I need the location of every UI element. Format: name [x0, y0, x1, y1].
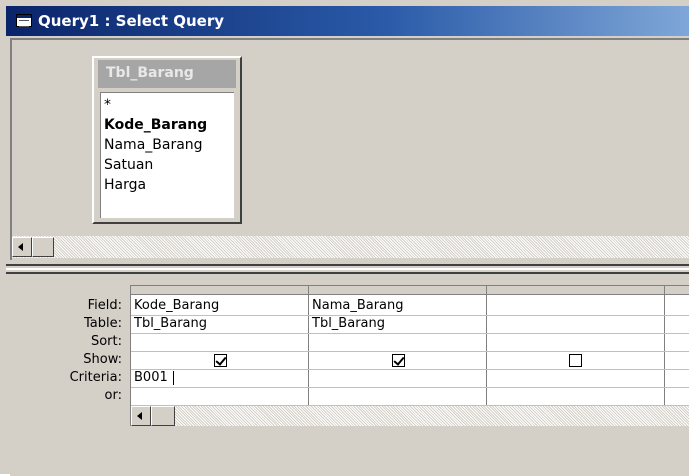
- show-checkbox-1[interactable]: [214, 354, 227, 367]
- field-item-all[interactable]: *: [104, 95, 111, 115]
- field-list-body[interactable]: * Kode_Barang Nama_Barang Satuan Harga: [100, 92, 234, 218]
- field-item-kode-barang[interactable]: Kode_Barang: [104, 115, 207, 135]
- table-pane-scroll-left-button[interactable]: [12, 237, 32, 257]
- sort-cell-1[interactable]: [131, 333, 308, 351]
- field-cell-1[interactable]: Kode_Barang: [131, 297, 308, 315]
- row-label-sort: Sort:: [90, 334, 122, 349]
- row-label-field: Field:: [87, 298, 122, 313]
- field-list-title[interactable]: Tbl_Barang: [98, 60, 236, 88]
- text-caret: [173, 371, 174, 385]
- show-checkbox-2[interactable]: [392, 354, 405, 367]
- criteria-cell-3[interactable]: [487, 369, 664, 387]
- field-cell-4[interactable]: [665, 297, 689, 315]
- grid-scroll-left-button[interactable]: [131, 406, 151, 426]
- window-title-bar[interactable]: Query1 : Select Query: [6, 6, 689, 36]
- field-cell-3[interactable]: [487, 297, 664, 315]
- query-icon: [16, 14, 32, 27]
- column-selector-4[interactable]: [665, 286, 689, 295]
- field-list-title-text: Tbl_Barang: [106, 65, 194, 81]
- grid-scrollbar[interactable]: [131, 406, 689, 426]
- pane-splitter[interactable]: [6, 264, 689, 274]
- field-item-harga[interactable]: Harga: [104, 175, 146, 195]
- table-pane-scrollbar[interactable]: [12, 236, 689, 258]
- or-cell-3[interactable]: [487, 387, 664, 405]
- show-checkbox-3[interactable]: [569, 354, 582, 367]
- arrow-left-icon: [137, 412, 142, 420]
- row-divider: [131, 351, 689, 352]
- window-bottom-edge: [10, 464, 689, 476]
- column-selector-3[interactable]: [487, 286, 665, 295]
- row-label-show: Show:: [83, 352, 122, 367]
- table-pane-scroll-thumb[interactable]: [32, 237, 54, 257]
- query-design-window: Query1 : Select Query Tbl_Barang * Kode_…: [0, 0, 689, 476]
- row-label-criteria: Criteria:: [69, 370, 122, 385]
- criteria-cell-1[interactable]: B001: [131, 369, 168, 387]
- table-cell-1[interactable]: Tbl_Barang: [131, 315, 308, 333]
- or-cell-1[interactable]: [131, 387, 308, 405]
- field-list-tbl-barang[interactable]: Tbl_Barang * Kode_Barang Nama_Barang Sat…: [92, 56, 242, 224]
- table-cell-3[interactable]: [487, 315, 664, 333]
- column-selector-2[interactable]: [309, 286, 487, 295]
- row-label-or: or:: [104, 388, 122, 403]
- arrow-left-icon: [18, 243, 23, 251]
- field-item-satuan[interactable]: Satuan: [104, 155, 153, 175]
- field-item-nama-barang[interactable]: Nama_Barang: [104, 135, 203, 155]
- table-pane[interactable]: Tbl_Barang * Kode_Barang Nama_Barang Sat…: [10, 38, 689, 260]
- design-grid[interactable]: Kode_Barang Tbl_Barang B001 Nama_Barang …: [130, 285, 689, 426]
- criteria-cell-2[interactable]: [309, 369, 486, 387]
- table-cell-2[interactable]: Tbl_Barang: [309, 315, 486, 333]
- window-title: Query1 : Select Query: [38, 12, 225, 30]
- column-selector-1[interactable]: [131, 286, 309, 295]
- grid-scroll-thumb[interactable]: [151, 406, 175, 426]
- row-label-table: Table:: [84, 316, 122, 331]
- field-cell-2[interactable]: Nama_Barang: [309, 297, 486, 315]
- sort-cell-2[interactable]: [309, 333, 486, 351]
- or-cell-2[interactable]: [309, 387, 486, 405]
- sort-cell-3[interactable]: [487, 333, 664, 351]
